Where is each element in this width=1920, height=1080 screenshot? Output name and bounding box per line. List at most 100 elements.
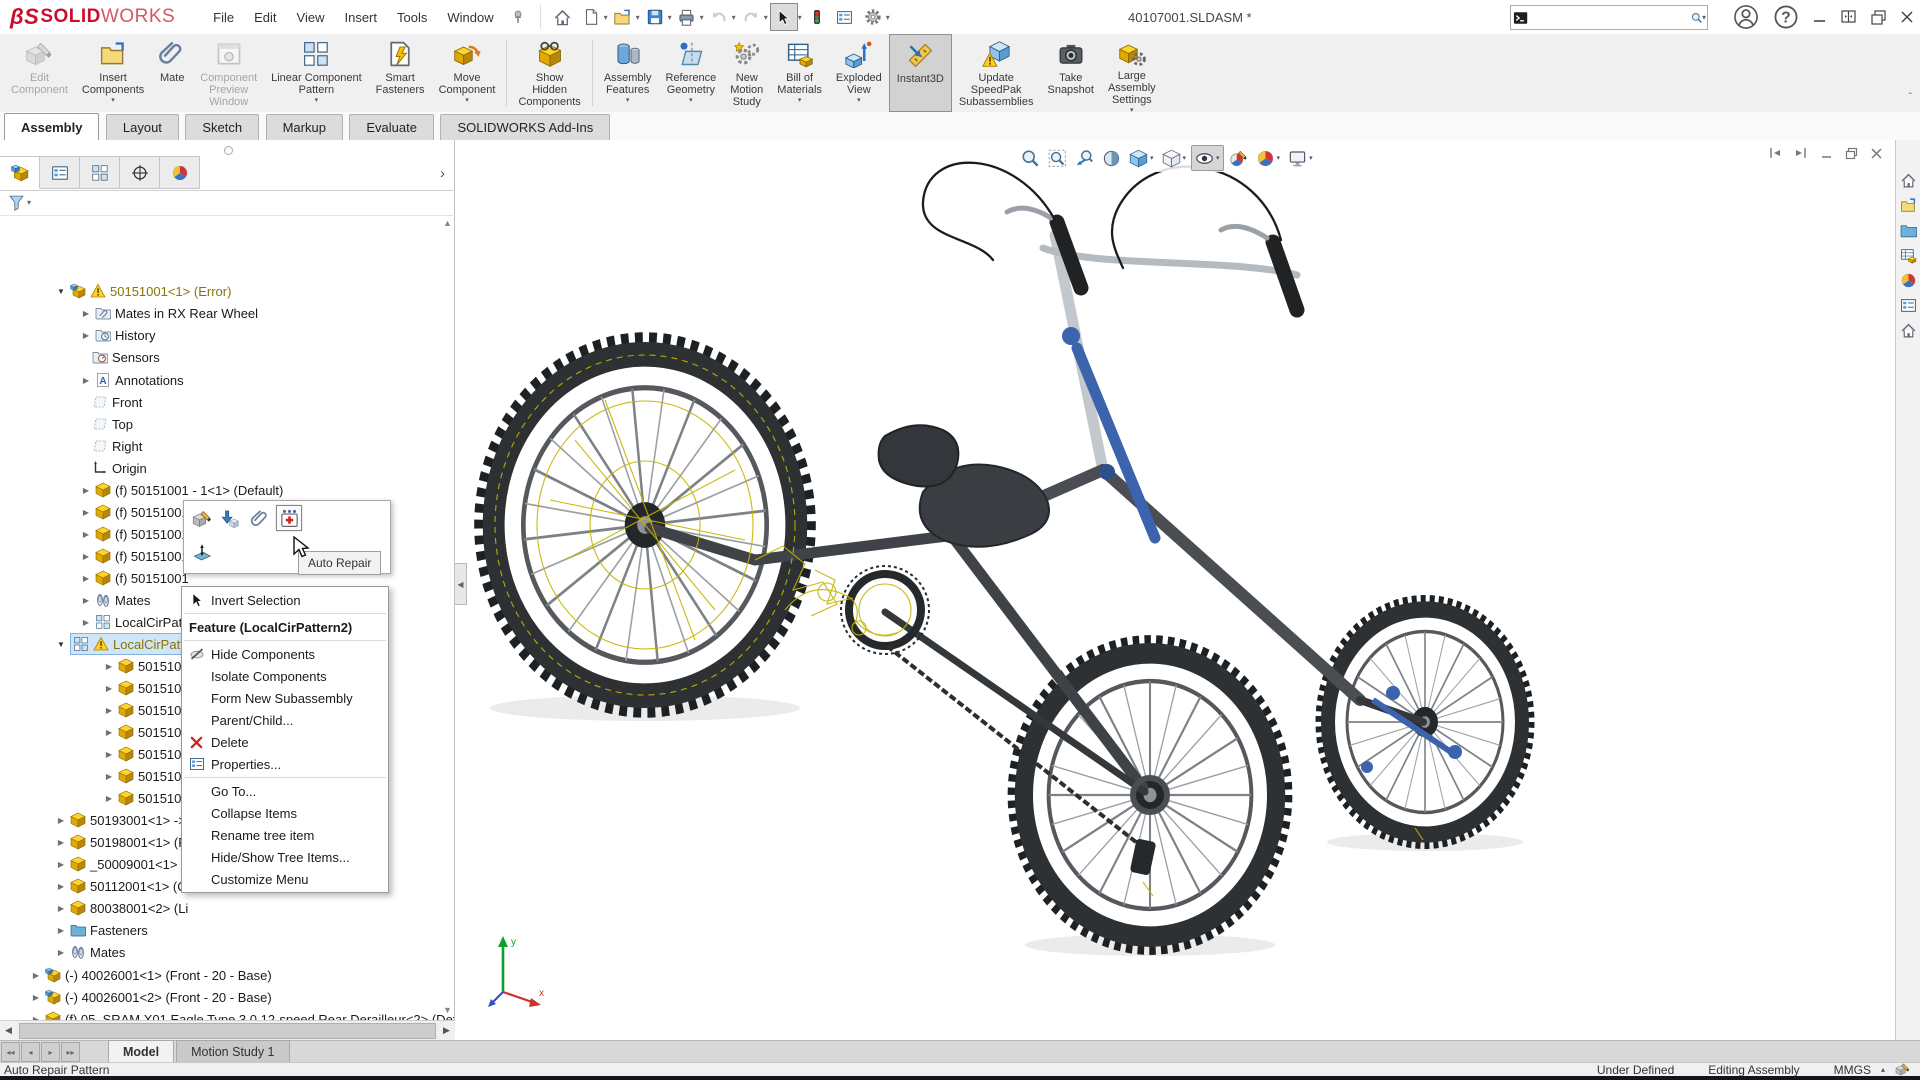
tag-icon[interactable] (1895, 1062, 1910, 1077)
pane-right-icon[interactable] (1794, 146, 1808, 160)
help-icon[interactable] (1773, 4, 1799, 30)
expand-arrow-icon[interactable]: ▶ (80, 596, 92, 605)
update-speedpak-button[interactable]: Update SpeedPak Subassemblies (952, 34, 1041, 112)
bill-of-materials-button[interactable]: Bill of Materials ▾ (770, 34, 829, 112)
dimxpertmanager-tab[interactable] (120, 156, 160, 189)
scroll-thumb[interactable] (19, 1022, 436, 1039)
search-commands-box[interactable]: ▾ (1510, 5, 1708, 30)
menu-insert[interactable]: Insert (334, 0, 387, 34)
tab-assembly[interactable]: Assembly (4, 113, 100, 141)
edit-feature-button[interactable] (190, 507, 214, 531)
open-button[interactable] (610, 4, 636, 30)
normal-to-button[interactable] (190, 541, 214, 565)
menu-file[interactable]: File (203, 0, 244, 34)
tree-item[interactable]: ▶ (-) 40026001<2> (Front - 20 - Base) (0, 986, 454, 1008)
tree-item[interactable]: Sensors (0, 346, 454, 368)
filter-icon[interactable] (8, 194, 25, 211)
expand-arrow-icon[interactable]: ▶ (30, 971, 42, 980)
first-tab-icon[interactable]: ◂◂ (1, 1042, 20, 1062)
expand-arrow-icon[interactable]: ▶ (55, 948, 67, 957)
close-button[interactable] (1900, 10, 1914, 24)
tab-solidworks-add-ins[interactable]: SOLIDWORKS Add-Ins (440, 113, 611, 141)
restore-button[interactable] (1871, 9, 1886, 25)
edit-appearance-button[interactable] (1226, 146, 1251, 170)
tree-item[interactable]: Top (0, 413, 454, 435)
view-settings-button[interactable]: ▾ (1285, 146, 1316, 170)
expand-arrow-icon[interactable]: ▶ (55, 860, 67, 869)
graphics-area[interactable]: ▾ ▾ ▾ ▾ ▾ ◀ y x (455, 140, 1895, 1040)
expand-arrow-icon[interactable]: ▶ (55, 904, 67, 913)
new-document-button[interactable] (578, 4, 604, 30)
tree-item[interactable]: ▶ (f) 05_SRAM X01 Eagle Type 3.0 12-speed… (0, 1008, 454, 1020)
expand-arrow-icon[interactable]: ▶ (80, 530, 92, 539)
tab-evaluate[interactable]: Evaluate (349, 113, 434, 141)
file-explorer-icon[interactable] (1896, 218, 1920, 243)
section-view-button[interactable] (1099, 146, 1124, 170)
next-tab-icon[interactable]: ▸ (41, 1042, 60, 1062)
user-account-icon[interactable] (1733, 4, 1759, 30)
custom-properties-icon[interactable] (1896, 293, 1920, 318)
design-library-icon[interactable] (1896, 193, 1920, 218)
insert-components-button[interactable]: Insert Components ▾ (75, 34, 151, 112)
assembly-features-button[interactable]: Assembly Features ▾ (597, 34, 659, 112)
show-hidden-components-button[interactable]: Show Hidden Components (511, 34, 587, 112)
units-dropdown-icon[interactable]: ▴ (1881, 1065, 1885, 1074)
featuremanager-tab[interactable] (0, 156, 40, 189)
tree-horizontal-scrollbar[interactable]: ◀ ▶ (0, 1020, 455, 1040)
hide-show-items-button[interactable]: ▾ (1191, 145, 1224, 171)
forum-icon[interactable] (1896, 318, 1920, 343)
displaymanager-tab[interactable] (160, 156, 200, 189)
new-motion-study-button[interactable]: New Motion Study (723, 34, 770, 112)
expand-arrow-icon[interactable]: ▶ (55, 926, 67, 935)
menu-rename-tree-item[interactable]: Rename tree item (182, 824, 388, 846)
tab-model[interactable]: Model (108, 1040, 175, 1062)
tab-motion-study-1[interactable]: Motion Study 1 (176, 1040, 290, 1062)
take-snapshot-button[interactable]: Take Snapshot (1040, 34, 1100, 112)
last-tab-icon[interactable]: ▸▸ (61, 1042, 80, 1062)
tree-item[interactable]: ▶ History (0, 324, 454, 346)
menu-hide-components[interactable]: Hide Components (182, 643, 388, 665)
appearances-icon[interactable] (1896, 268, 1920, 293)
tree-item[interactable]: Origin (0, 457, 454, 479)
zoom-to-area-button[interactable] (1045, 146, 1070, 170)
tree-scroll-up-icon[interactable]: ▲ (443, 218, 452, 228)
previous-view-button[interactable] (1072, 146, 1097, 170)
expand-arrow-icon[interactable]: ▶ (55, 816, 67, 825)
trike-3d-model[interactable] (455, 140, 1895, 1040)
panel-splitter[interactable] (224, 146, 233, 155)
undo-dropdown[interactable]: ▾ (732, 13, 736, 22)
pin-menu-icon[interactable] (505, 4, 531, 30)
panes-button[interactable] (1841, 9, 1857, 25)
panel-collapse-handle[interactable]: ◀ (455, 563, 467, 605)
expand-arrow-icon[interactable]: ▶ (80, 552, 92, 561)
task-home-icon[interactable] (1896, 168, 1920, 193)
home-button[interactable] (550, 4, 576, 30)
edit-mates-button[interactable] (248, 507, 272, 531)
redo-button[interactable] (738, 4, 764, 30)
exploded-view-button[interactable]: Exploded View ▾ (829, 34, 889, 112)
move-component-button[interactable]: Move Component ▾ (432, 34, 503, 112)
suppress-button[interactable] (217, 507, 241, 531)
expand-arrow-icon[interactable]: ▶ (80, 574, 92, 583)
redo-dropdown[interactable]: ▾ (764, 13, 768, 22)
panel-expand-icon[interactable]: › (440, 156, 455, 190)
options-dropdown[interactable]: ▾ (886, 13, 890, 22)
pane-left-icon[interactable] (1768, 146, 1782, 160)
menu-hide-show-tree-items[interactable]: Hide/Show Tree Items... (182, 846, 388, 868)
view-palette-icon[interactable] (1896, 243, 1920, 268)
tab-markup[interactable]: Markup (265, 113, 343, 141)
scroll-right-icon[interactable]: ▶ (438, 1022, 455, 1040)
expand-arrow-icon[interactable]: ▶ (103, 794, 115, 803)
smart-fasteners-button[interactable]: Smart Fasteners (369, 34, 432, 112)
expand-arrow-icon[interactable]: ▶ (55, 838, 67, 847)
menu-delete[interactable]: Delete (182, 731, 388, 753)
view-orientation-button[interactable]: ▾ (1126, 146, 1157, 170)
expand-arrow-icon[interactable]: ▶ (103, 728, 115, 737)
options-button[interactable] (860, 4, 886, 30)
tab-layout[interactable]: Layout (105, 113, 179, 141)
expand-arrow-icon[interactable]: ▶ (103, 662, 115, 671)
status-units[interactable]: MMGS (1834, 1063, 1871, 1077)
menu-invert-selection[interactable]: Invert Selection (182, 589, 388, 611)
new-dropdown[interactable]: ▾ (604, 13, 608, 22)
configurationmanager-tab[interactable] (80, 156, 120, 189)
